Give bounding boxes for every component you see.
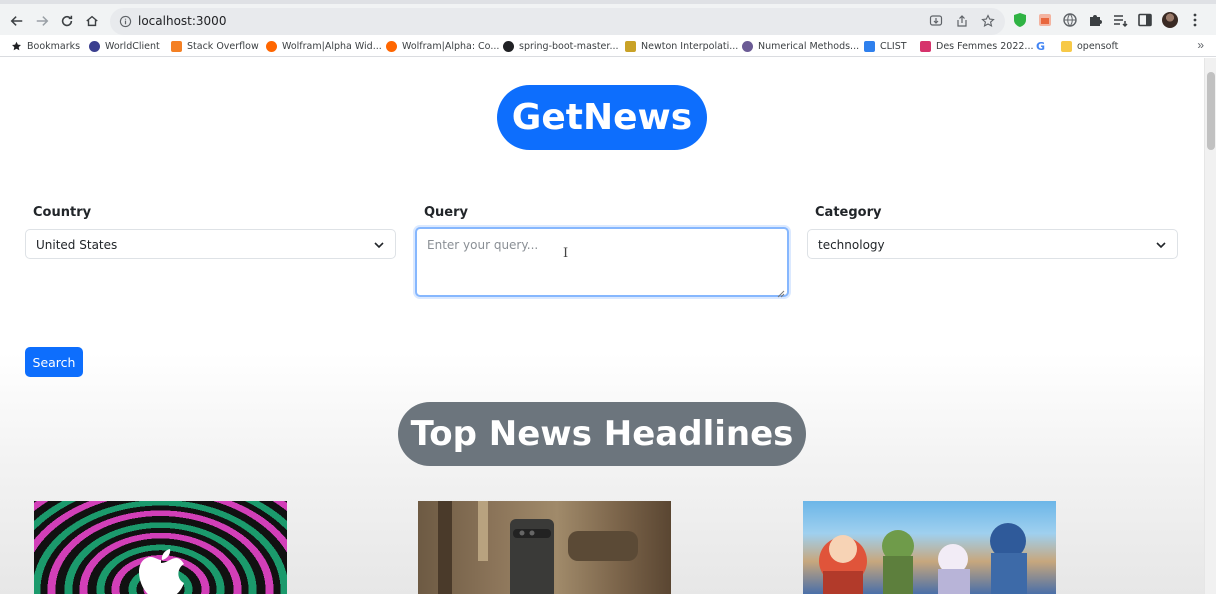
bookmark-item[interactable]: Wolfram|Alpha: Co... xyxy=(386,39,499,53)
globe-extension-icon[interactable] xyxy=(1062,12,1078,28)
share-icon[interactable] xyxy=(955,14,969,28)
bookmark-star-icon[interactable] xyxy=(981,14,995,28)
side-panel-icon[interactable] xyxy=(1137,12,1153,28)
query-textarea[interactable]: Enter your query... I xyxy=(415,227,789,298)
forward-icon[interactable] xyxy=(33,12,51,30)
news-card-image[interactable] xyxy=(803,501,1056,594)
browser-toolbar: localhost:3000 xyxy=(0,0,1216,35)
home-icon[interactable] xyxy=(83,12,101,30)
bookmark-item[interactable]: Newton Interpolati... xyxy=(625,39,738,53)
category-select[interactable]: technology xyxy=(807,229,1178,259)
calendar-extension-icon[interactable] xyxy=(1037,12,1053,28)
puzzle-extensions-icon[interactable] xyxy=(1087,12,1103,28)
brand-logo[interactable]: GetNews xyxy=(497,85,707,150)
page-content: GetNews Country United States Query Ente… xyxy=(0,58,1204,594)
wolfram-icon xyxy=(386,40,397,52)
page-scrollbar[interactable] xyxy=(1204,58,1216,594)
bookmarks-bar: Bookmarks WorldClient Stack Overflow Wol… xyxy=(0,35,1216,57)
bookmark-item[interactable]: WorldClient xyxy=(89,39,160,53)
text-cursor-icon: I xyxy=(563,246,569,261)
news-card-image[interactable] xyxy=(34,501,287,594)
section-title: Top News Headlines xyxy=(398,402,806,466)
worldclient-icon xyxy=(89,40,100,52)
reading-list-icon[interactable] xyxy=(1112,12,1128,28)
page-icon xyxy=(625,40,636,52)
bookmark-item[interactable]: G xyxy=(1036,39,1047,53)
clist-icon xyxy=(864,40,875,52)
address-bar[interactable]: localhost:3000 xyxy=(110,8,1005,35)
country-select[interactable]: United States xyxy=(25,229,396,259)
back-icon[interactable] xyxy=(8,12,26,30)
query-label: Query xyxy=(424,205,469,220)
desfemmes-icon xyxy=(920,40,931,52)
address-url: localhost:3000 xyxy=(138,14,227,28)
more-bookmarks-icon[interactable]: » xyxy=(1197,38,1204,52)
chevron-down-icon xyxy=(373,239,385,251)
install-app-icon[interactable] xyxy=(929,14,943,28)
reload-icon[interactable] xyxy=(58,12,76,30)
category-select-value: technology xyxy=(818,238,885,252)
google-icon: G xyxy=(1036,39,1046,53)
stackoverflow-icon xyxy=(171,40,182,52)
wolfram-icon xyxy=(266,40,277,52)
shield-extension-icon[interactable] xyxy=(1012,12,1028,28)
resize-grip-icon[interactable] xyxy=(777,285,785,298)
bookmark-item[interactable]: Stack Overflow xyxy=(171,39,259,53)
bookmark-item[interactable]: CLIST xyxy=(864,39,907,53)
bookmark-item[interactable]: Bookmarks xyxy=(11,39,80,53)
scrollbar-thumb[interactable] xyxy=(1207,72,1215,150)
bookmark-item[interactable]: spring-boot-master... xyxy=(503,39,619,53)
bookmark-item[interactable]: Numerical Methods... xyxy=(742,39,859,53)
bookmark-item[interactable]: Wolfram|Alpha Wid... xyxy=(266,39,382,53)
country-label: Country xyxy=(33,205,92,220)
github-icon xyxy=(503,40,514,52)
site-info-icon[interactable] xyxy=(119,15,132,28)
gear-icon xyxy=(742,40,753,52)
more-menu-icon[interactable] xyxy=(1187,12,1203,28)
bookmark-item[interactable]: Des Femmes 2022... xyxy=(920,39,1033,53)
query-placeholder: Enter your query... xyxy=(427,238,539,252)
star-icon xyxy=(11,41,22,52)
folder-icon xyxy=(1061,40,1072,52)
search-button[interactable]: Search xyxy=(25,347,83,377)
profile-avatar[interactable] xyxy=(1162,12,1178,28)
country-select-value: United States xyxy=(36,238,118,252)
category-label: Category xyxy=(815,205,882,220)
news-card-image[interactable] xyxy=(418,501,671,594)
bookmark-item[interactable]: opensoft xyxy=(1061,39,1118,53)
chevron-down-icon xyxy=(1155,239,1167,251)
